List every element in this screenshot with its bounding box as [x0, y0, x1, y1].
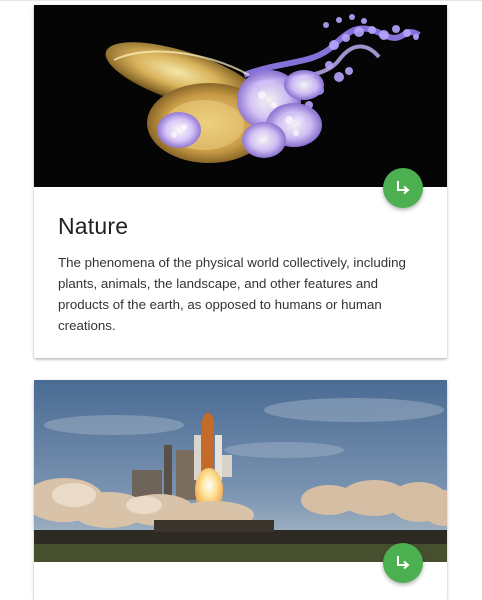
- arrow-right-turn-icon: [397, 556, 410, 570]
- top-divider: [0, 0, 482, 1]
- card-action-button[interactable]: [383, 543, 423, 583]
- shuttle-launch-image: [34, 380, 447, 562]
- card-image-jellyfish: [34, 5, 447, 187]
- arrow-right-turn-icon: [397, 181, 410, 195]
- launch-card: [34, 380, 447, 600]
- card-title: Nature: [58, 213, 129, 239]
- jellyfish-image: [34, 5, 447, 187]
- nature-card: Nature The phenomena of the physical wor…: [34, 5, 447, 358]
- card-image-launch: [34, 380, 447, 562]
- card-description: The phenomena of the physical world coll…: [58, 255, 406, 333]
- card-action-button[interactable]: [383, 168, 423, 208]
